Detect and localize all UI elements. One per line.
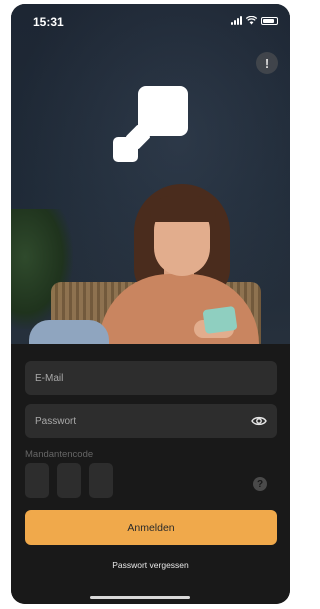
- info-button[interactable]: !: [256, 52, 278, 74]
- wifi-icon: [246, 16, 257, 25]
- app-screen: 15:31 ! Mandantencode ? Anme: [11, 4, 290, 604]
- eye-icon[interactable]: [251, 414, 267, 428]
- status-time: 15:31: [33, 15, 64, 29]
- login-button[interactable]: Anmelden: [25, 510, 277, 545]
- app-logo-icon: [138, 86, 188, 136]
- email-field[interactable]: [25, 361, 277, 395]
- help-icon[interactable]: ?: [253, 477, 267, 491]
- forgot-password-link[interactable]: Passwort vergessen: [11, 560, 290, 570]
- hero-photo: [11, 4, 290, 344]
- password-field[interactable]: [25, 404, 277, 438]
- password-field-container: [25, 404, 277, 438]
- phone-in-hand: [202, 305, 238, 335]
- client-code-label: Mandantencode: [25, 449, 94, 460]
- email-field-container: [25, 361, 277, 395]
- client-code-digit-1[interactable]: [25, 463, 49, 498]
- signal-icon: [231, 16, 242, 25]
- battery-icon: [261, 16, 278, 25]
- client-code-digit-3[interactable]: [89, 463, 113, 498]
- app-logo-small-square: [113, 137, 138, 162]
- home-indicator[interactable]: [90, 596, 190, 599]
- client-code-digit-2[interactable]: [57, 463, 81, 498]
- login-form: Mandantencode ? Anmelden Passwort verges…: [11, 344, 290, 604]
- status-icons: [231, 16, 278, 25]
